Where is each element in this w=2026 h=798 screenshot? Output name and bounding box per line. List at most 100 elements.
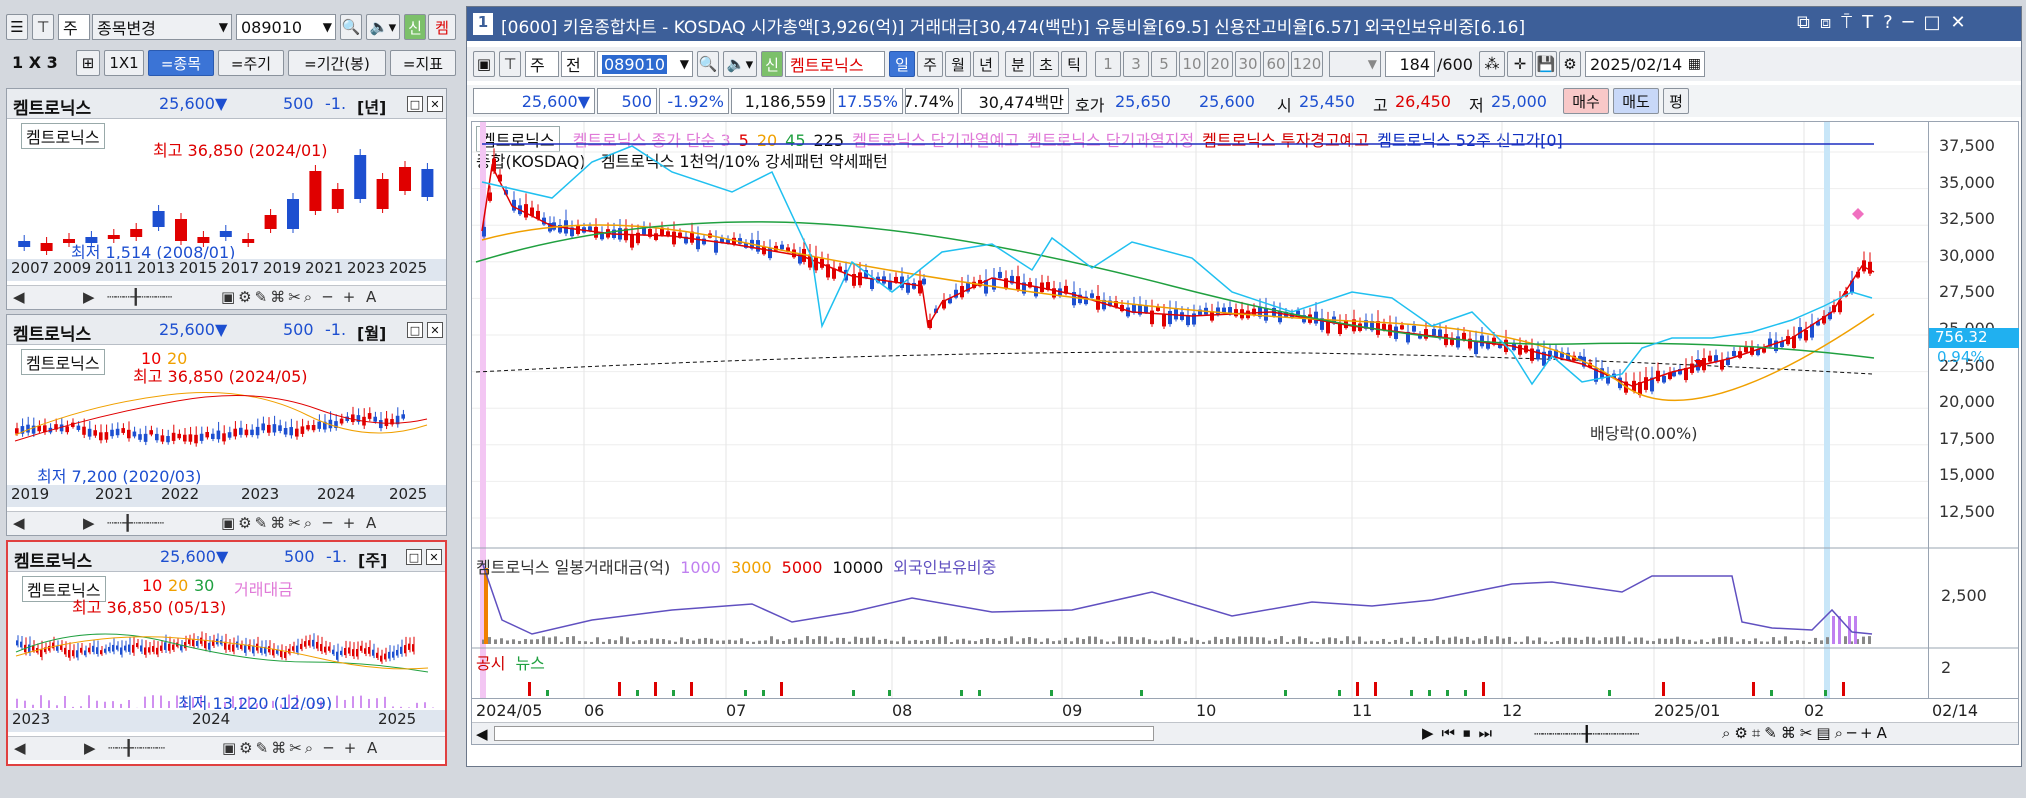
crosshair-icon[interactable]: ✛ — [1507, 51, 1533, 77]
avg-button[interactable]: 평 — [1663, 88, 1689, 114]
close-icon[interactable]: ✕ — [426, 549, 442, 565]
left-code-input[interactable]: 089010▼ — [236, 14, 336, 40]
interval-1[interactable]: 1 — [1095, 51, 1121, 77]
year-chart-panel: 켐트로닉스 25,600▼ 500 -1. [년] □ ✕ 켐트로닉스 최고 3… — [6, 88, 447, 310]
maximize-icon[interactable]: □ — [407, 96, 423, 112]
zoom-slider[interactable]: ┈┈┈┈┈┈╂┈┈┈┈┈┈ — [1534, 725, 1638, 743]
x-axis-label: 2024/05 — [476, 701, 542, 720]
tool-icons[interactable]: ▣⚙✎⌘✂⌕ ─ + A — [221, 288, 379, 306]
legend-item: 켐트로닉스 일봉거래대금(억) — [476, 558, 670, 577]
pin-icon-button[interactable]: ⊤ — [499, 51, 521, 77]
count-total: /600 — [1437, 55, 1473, 74]
buy-button[interactable]: 매수 — [1563, 88, 1609, 114]
calendar-icon[interactable]: ▦ — [1688, 56, 1701, 72]
tool-icons[interactable]: ⌕⚙⌗✎⌘✂▤⌕─+A — [1722, 724, 1891, 742]
period-select[interactable]: 주 — [525, 51, 559, 77]
date-input[interactable]: 2025/02/14▦ — [1585, 51, 1705, 77]
period-tab-tick[interactable]: 틱 — [1061, 51, 1087, 77]
count-input[interactable]: 184 — [1385, 51, 1435, 77]
gear-icon[interactable]: ⚙ — [1559, 51, 1581, 77]
zoom-slider[interactable]: ┈┈╂┈┈┈┈ — [108, 739, 164, 757]
chart-tool-icon[interactable]: ⁂ — [1479, 51, 1505, 77]
maximize-icon[interactable]: □ — [407, 322, 423, 338]
chart-area: 켐트로닉스 켐트로닉스 종가 단순 352045225켐트로닉스 단기과열예고켐… — [471, 121, 2019, 745]
year-axis: 2019 2021 2022 2023 2024 2025 — [7, 485, 446, 507]
x-axis-label: 11 — [1352, 701, 1372, 720]
interval-30[interactable]: 30 — [1235, 51, 1261, 77]
interval-60[interactable]: 60 — [1263, 51, 1289, 77]
interval-select[interactable]: ▼ — [1329, 51, 1381, 77]
zoom-slider[interactable]: ┈┈╂┈┈┈┈ — [107, 514, 163, 532]
scroll-thumb[interactable] — [494, 726, 1154, 741]
tool-icons[interactable]: ▣⚙✎⌘✂⌕ ─ + A — [222, 739, 380, 757]
interval-120[interactable]: 120 — [1291, 51, 1323, 77]
year-label: 2024 — [317, 485, 355, 503]
year-label: 2025 — [378, 710, 416, 728]
bottom-scrollbar[interactable]: ◀ ▶⏮⏹⏭ ┈┈┈┈┈┈╂┈┈┈┈┈┈ ⌕⚙⌗✎⌘✂▤⌕─+A — [472, 722, 2018, 744]
grid-icon-button[interactable]: ⊞ — [76, 50, 100, 76]
chevron-down-icon: ▼ — [323, 20, 332, 34]
btn-item[interactable]: =종목 — [148, 50, 214, 76]
period-tab-second[interactable]: 초 — [1033, 51, 1059, 77]
x-axis-label: 02/14 — [1932, 701, 1978, 720]
scroll-left-icon[interactable]: ◀ — [476, 725, 488, 743]
pin-icon-button[interactable]: ⊤ — [32, 14, 54, 40]
news-axis-label: 2 — [1941, 658, 1951, 677]
quote-volume-value: 1,186,559 — [745, 92, 826, 111]
period-tab-month[interactable]: 월 — [945, 51, 971, 77]
save-icon[interactable]: 💾 — [1535, 51, 1557, 77]
menu-icon-button[interactable]: ☰ — [6, 14, 28, 40]
search-icon-button[interactable]: 🔍 — [340, 14, 362, 40]
stock-change-select[interactable]: 종목변경▼ — [92, 14, 232, 40]
new-tag-button[interactable]: 신 — [761, 51, 783, 77]
stock-change-label: 종목변경 — [97, 15, 156, 39]
zoom-slider[interactable]: ┈┈┈╂┈┈┈┈ — [107, 288, 171, 306]
prev-select-value: 전 — [566, 52, 581, 76]
sell-button[interactable]: 매도 — [1613, 88, 1659, 114]
close-icon[interactable]: ✕ — [427, 96, 443, 112]
y-axis-label: 15,000 — [1939, 465, 1995, 484]
period-tab-minute[interactable]: 분 — [1005, 51, 1031, 77]
year-label: 2013 — [137, 259, 175, 277]
search-icon-button[interactable]: 🔍 — [697, 51, 719, 77]
stock-name-field[interactable]: 켐트로닉스 — [785, 51, 885, 77]
btn-period[interactable]: =주기 — [218, 50, 284, 76]
interval-3[interactable]: 3 — [1123, 51, 1149, 77]
window-controls[interactable]: ⧉⧈⍑T?─□✕ — [1797, 12, 1976, 33]
playback-controls[interactable]: ▶⏮⏹⏭ — [1422, 724, 1500, 742]
tool-icons[interactable]: ▣⚙✎⌘✂⌕ ─ + A — [221, 514, 379, 532]
scroll-left-icon[interactable]: ◀ — [13, 288, 25, 306]
period-tab-day[interactable]: 일 — [889, 51, 915, 77]
panel-rate: -1. — [325, 320, 346, 339]
speaker-icon-button[interactable]: 🔈▾ — [366, 14, 400, 40]
year-label: 2021 — [95, 485, 133, 503]
interval-20[interactable]: 20 — [1207, 51, 1233, 77]
scroll-right-icon[interactable]: ▶ — [84, 739, 96, 757]
prev-select[interactable]: 전 — [561, 51, 595, 77]
mode-select[interactable]: 주 — [58, 14, 90, 40]
interval-5[interactable]: 5 — [1151, 51, 1177, 77]
speaker-icon-button[interactable]: 🔈▾ — [723, 51, 757, 77]
maximize-icon[interactable]: □ — [406, 549, 422, 565]
btn-1x1[interactable]: 1X1 — [104, 50, 144, 76]
btn-range[interactable]: =기간(봉) — [288, 50, 386, 76]
close-icon[interactable]: ✕ — [427, 322, 443, 338]
new-tag-button[interactable]: 신 — [404, 14, 426, 40]
name-tag[interactable]: 켐 — [428, 14, 456, 40]
window-icon-button[interactable]: ▣ — [473, 51, 495, 77]
scroll-right-icon[interactable]: ▶ — [83, 514, 95, 532]
code-input[interactable]: 089010▼ — [597, 51, 693, 77]
scroll-left-icon[interactable]: ◀ — [13, 514, 25, 532]
window-title: [0600] 키움종합차트 - KOSDAQ 시가총액[3,926(억)] 거래… — [501, 13, 1525, 38]
scroll-right-icon[interactable]: ▶ — [83, 288, 95, 306]
interval-10[interactable]: 10 — [1179, 51, 1205, 77]
scroll-left-icon[interactable]: ◀ — [14, 739, 26, 757]
year-axis: 2007 2009 2011 2013 2015 2017 2019 2021 … — [7, 259, 446, 281]
y-axis-label: 20,000 — [1939, 392, 1995, 411]
quote-turnover-value: 17.55% — [837, 92, 898, 111]
period-tab-year[interactable]: 년 — [973, 51, 999, 77]
panel-change: 500 — [283, 94, 314, 113]
period-tab-week[interactable]: 주 — [917, 51, 943, 77]
btn-indicator[interactable]: =지표 — [390, 50, 456, 76]
count-value: 184 — [1399, 55, 1430, 74]
